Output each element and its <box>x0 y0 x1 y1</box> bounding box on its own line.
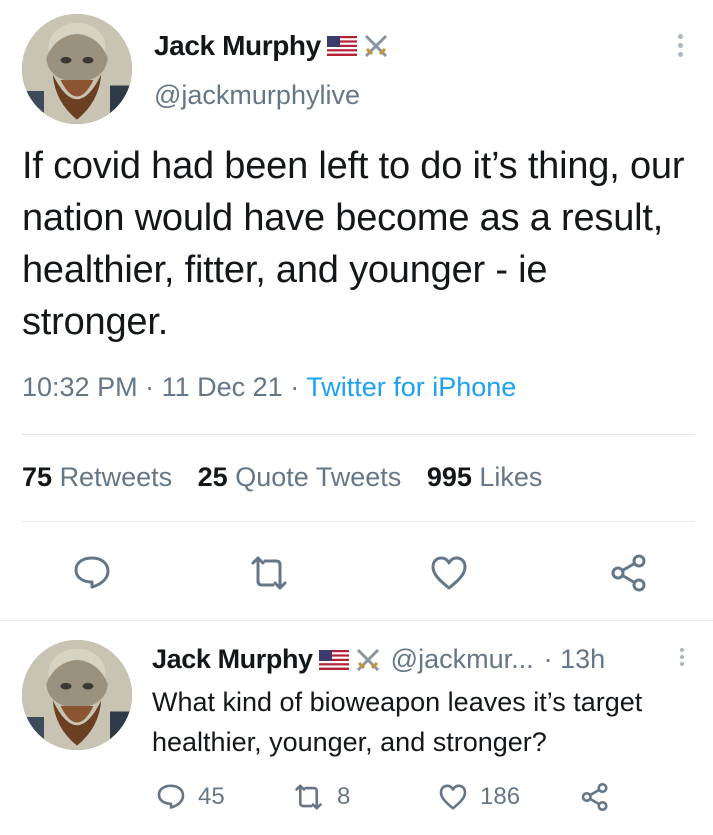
tweet-separator <box>0 620 713 621</box>
author-name[interactable]: Jack Murphy <box>154 30 321 62</box>
share-icon <box>611 554 646 592</box>
likes-stat[interactable]: 995 Likes <box>427 462 543 492</box>
crossed-swords-icon <box>361 31 391 61</box>
avatar-portrait <box>22 14 132 124</box>
heart-icon <box>431 556 467 590</box>
heart-icon <box>439 784 467 810</box>
like-button[interactable] <box>429 553 469 593</box>
share-button[interactable] <box>609 553 649 593</box>
reply-share-button[interactable] <box>580 782 622 812</box>
reply-icon <box>74 556 110 589</box>
meta-separator: · <box>145 372 155 402</box>
author-avatar[interactable] <box>22 14 132 124</box>
tweet-date[interactable]: 11 Dec 21 <box>162 372 283 402</box>
tweet-source[interactable]: Twitter for iPhone <box>306 372 516 402</box>
reply-author-name[interactable]: Jack Murphy <box>152 644 313 675</box>
us-flag-icon <box>318 649 349 670</box>
tweet-stats: 75 Retweets 25 Quote Tweets 995 Likes <box>22 462 560 493</box>
reply-author-avatar[interactable] <box>22 640 132 750</box>
divider <box>22 434 695 435</box>
reply-count: 45 <box>198 783 225 810</box>
reply-author-handle[interactable]: @jackmur... <box>391 644 534 675</box>
retweet-count: 8 <box>337 783 351 810</box>
reply-retweet-button[interactable]: 8 <box>292 782 350 812</box>
reply-button[interactable] <box>72 553 112 593</box>
reply-text: What kind of bioweapon leaves it’s targe… <box>152 687 643 757</box>
divider <box>22 521 695 522</box>
retweet-button[interactable] <box>247 553 291 593</box>
reply-icon <box>157 784 185 809</box>
retweet-icon <box>295 784 322 810</box>
reply-author-row[interactable]: Jack Murphy @jackmur... · 13h <box>152 644 605 675</box>
like-count: 186 <box>480 783 521 810</box>
meta-separator: · <box>290 372 300 402</box>
reply-like-button[interactable]: 186 <box>438 782 520 812</box>
more-vertical-icon[interactable] <box>678 648 686 669</box>
author-handle[interactable]: @jackmurphylive <box>154 80 360 111</box>
reply-time-ago[interactable]: · 13h <box>544 644 606 675</box>
quote-tweets-stat[interactable]: 25 Quote Tweets <box>198 462 402 492</box>
crossed-swords-icon <box>353 645 383 675</box>
retweet-icon <box>251 556 287 590</box>
share-icon <box>581 782 608 812</box>
us-flag-icon <box>326 36 357 56</box>
reply-reply-button[interactable]: 45 <box>156 782 225 812</box>
retweets-stat[interactable]: 75 Retweets <box>22 462 172 492</box>
author-name-row[interactable]: Jack Murphy <box>154 30 391 62</box>
tweet-text: If covid had been left to do it’s thing,… <box>22 145 685 343</box>
tweet-time[interactable]: 10:32 PM <box>22 372 138 402</box>
tweet-meta: 10:32 PM · 11 Dec 21 · Twitter for iPhon… <box>22 372 516 403</box>
avatar-portrait <box>22 640 132 750</box>
more-vertical-icon[interactable] <box>676 34 684 61</box>
